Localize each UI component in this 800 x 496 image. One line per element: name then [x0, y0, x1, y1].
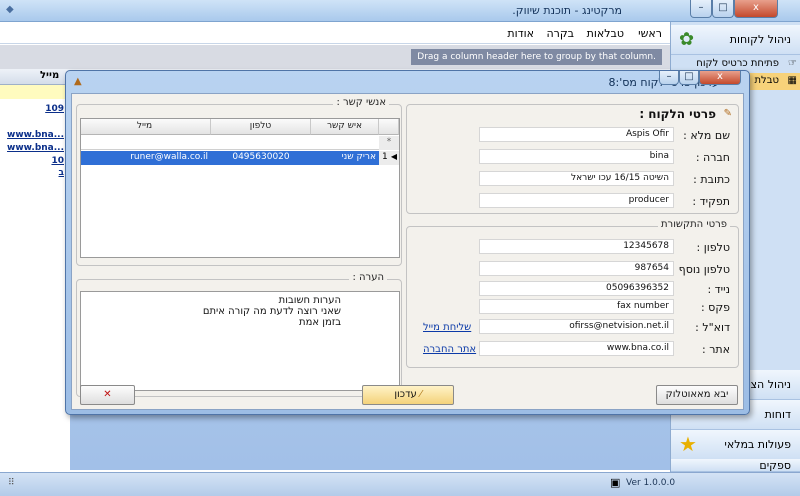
- group-hint: Drag a column header here to group by th…: [411, 49, 662, 65]
- card-icon: ☞: [788, 58, 797, 69]
- grid-cell[interactable]: ב: [0, 168, 70, 180]
- app-icon: ◆: [6, 4, 14, 15]
- grid-cell[interactable]: www.bna...: [0, 143, 70, 155]
- status-bar: Ver 1.0.0.0 ▣ ⠿: [0, 472, 800, 496]
- site-field[interactable]: www.bna.co.il: [479, 341, 674, 356]
- new-row-marker[interactable]: *: [379, 136, 399, 150]
- comm-legend: פרטי התקשורת: [657, 219, 730, 230]
- sidebar-label: טבלת: [754, 75, 779, 86]
- dialog-close-button[interactable]: x: [699, 71, 741, 85]
- filter-row[interactable]: [0, 85, 70, 99]
- new-row[interactable]: [81, 136, 379, 150]
- customer-details-group: פרטי הלקוח : ✎ שם מלא : Aspis Ofir חברה …: [406, 104, 739, 214]
- update-label: עדכון: [394, 389, 417, 400]
- role-field[interactable]: producer: [479, 193, 674, 208]
- company-site-link[interactable]: אתר החברה: [423, 344, 476, 355]
- resize-grip-icon[interactable]: ⠿: [8, 478, 15, 488]
- dialog-maximize-button[interactable]: □: [679, 71, 699, 85]
- sidebar-label: דוחות: [764, 408, 791, 421]
- sidebar-label: ניהול לקוחות: [729, 33, 791, 46]
- contacts-grid[interactable]: איש קשר טלפון מייל * 1 ◀ אריק שני 049563…: [80, 118, 400, 258]
- pencil-icon: ⁄: [419, 389, 422, 400]
- pencil-icon: ✎: [723, 108, 732, 119]
- group-by-area[interactable]: Drag a column header here to group by th…: [0, 45, 670, 69]
- email-label: דוא"ל :: [695, 321, 730, 334]
- notes-textarea[interactable]: הערות חשובות שאני רוצה לדעת מה קורה איתם…: [80, 291, 400, 391]
- menu-item-control[interactable]: בקרה: [546, 27, 574, 40]
- contact-email-header[interactable]: מייל: [81, 119, 211, 135]
- phone-field[interactable]: 12345678: [479, 239, 674, 254]
- contact-name-cell[interactable]: אריק שני: [311, 151, 379, 165]
- menu-item-tables[interactable]: טבלאות: [587, 27, 624, 40]
- app-title: מרקטינג - תוכנת שיווק.: [512, 4, 622, 17]
- fax-label: פקס :: [700, 301, 730, 314]
- contact-name-header[interactable]: איש קשר: [311, 119, 379, 135]
- sidebar-label: פעולות במלאי: [724, 438, 791, 451]
- full-name-field[interactable]: Aspis Ofir: [479, 127, 674, 142]
- sidebar-item-bulk[interactable]: פעולות במלאי ★: [671, 430, 800, 460]
- minimize-button[interactable]: –: [690, 0, 712, 18]
- grid-cell[interactable]: 10: [0, 156, 70, 168]
- status-icon: ▣: [610, 476, 621, 489]
- main-title-bar: ◆ מרקטינג - תוכנת שיווק. – □ x: [0, 0, 800, 22]
- dialog-icon: ▲: [74, 76, 82, 87]
- row-pointer-icon: ◀: [390, 152, 397, 161]
- notes-line: הערות חשובות: [278, 295, 341, 306]
- maximize-button[interactable]: □: [712, 0, 734, 18]
- star-icon: ★: [679, 432, 697, 456]
- email-field[interactable]: ofirss@netvision.net.il: [479, 319, 674, 334]
- contact-email-cell[interactable]: runer@walla.co.il: [81, 151, 211, 165]
- company-field[interactable]: bina: [479, 149, 674, 164]
- notes-line: בזמן אמת: [299, 317, 341, 328]
- sidebar-item-customers[interactable]: ניהול לקוחות ✿: [671, 25, 800, 55]
- phone-label: טלפון :: [696, 241, 730, 254]
- contact-phone-cell[interactable]: 0495630020: [211, 151, 311, 165]
- sidebar-label: ספקים: [759, 459, 791, 472]
- send-mail-link[interactable]: שליחת מייל: [423, 322, 471, 333]
- grid-cell[interactable]: www.bna...: [0, 130, 70, 142]
- contact-phone-header[interactable]: טלפון: [211, 119, 311, 135]
- grid-cell[interactable]: 109: [0, 104, 70, 116]
- notes-line: שאני רוצה לדעת מה קורה איתם: [202, 306, 341, 317]
- address-field[interactable]: השיטה 16/15 עכו ישראל: [479, 171, 674, 186]
- logo-icon: ✿: [679, 29, 695, 50]
- sidebar-item-suppliers[interactable]: ספקים: [671, 459, 800, 472]
- email-column-header[interactable]: מייל: [40, 70, 59, 81]
- sidebar-label: פתיחת כרטיס לקוח: [696, 58, 779, 69]
- menu-item-main[interactable]: ראשי: [638, 27, 662, 40]
- row-header-corner: [379, 119, 399, 135]
- mobile-field[interactable]: 05096396352: [479, 281, 674, 296]
- communication-group: פרטי התקשורת טלפון : 12345678 טלפון נוסף…: [406, 219, 739, 368]
- dialog-minimize-button[interactable]: –: [659, 71, 679, 85]
- role-label: תפקיד :: [692, 195, 730, 208]
- phone2-field[interactable]: 987654: [479, 261, 674, 276]
- import-outlook-button[interactable]: יבא מאאוטלוק: [656, 385, 738, 405]
- company-label: חברה :: [695, 151, 730, 164]
- address-label: כתובת :: [693, 173, 730, 186]
- fax-field[interactable]: fax number: [479, 299, 674, 314]
- version-text: Ver 1.0.0.0: [626, 478, 676, 488]
- mobile-label: נייד :: [707, 283, 730, 296]
- contacts-legend: אנשי קשר :: [333, 97, 389, 108]
- notes-legend: הערה :: [349, 272, 387, 283]
- menu-item-about[interactable]: אודות: [507, 27, 534, 40]
- close-button[interactable]: x: [734, 0, 778, 18]
- table-icon: ▦: [787, 75, 797, 86]
- edit-customer-dialog: ▲ עדכון פרטי לקוח מס':8 – □ x פרטי הלקוח…: [65, 70, 750, 415]
- full-name-label: שם מלא :: [683, 129, 730, 142]
- phone2-label: טלפון נוסף :: [671, 263, 730, 276]
- dialog-body: פרטי הלקוח : ✎ שם מלא : Aspis Ofir חברה …: [71, 93, 744, 410]
- menu-bar: ראשי טבלאות בקרה אודות: [0, 22, 670, 44]
- sidebar-label: ניהול הצע: [743, 378, 791, 391]
- cancel-button[interactable]: ✕: [80, 385, 135, 405]
- details-heading: פרטי הלקוח :: [639, 107, 716, 121]
- update-button[interactable]: עדכון ⁄: [362, 385, 454, 405]
- site-label: אתר :: [702, 343, 730, 356]
